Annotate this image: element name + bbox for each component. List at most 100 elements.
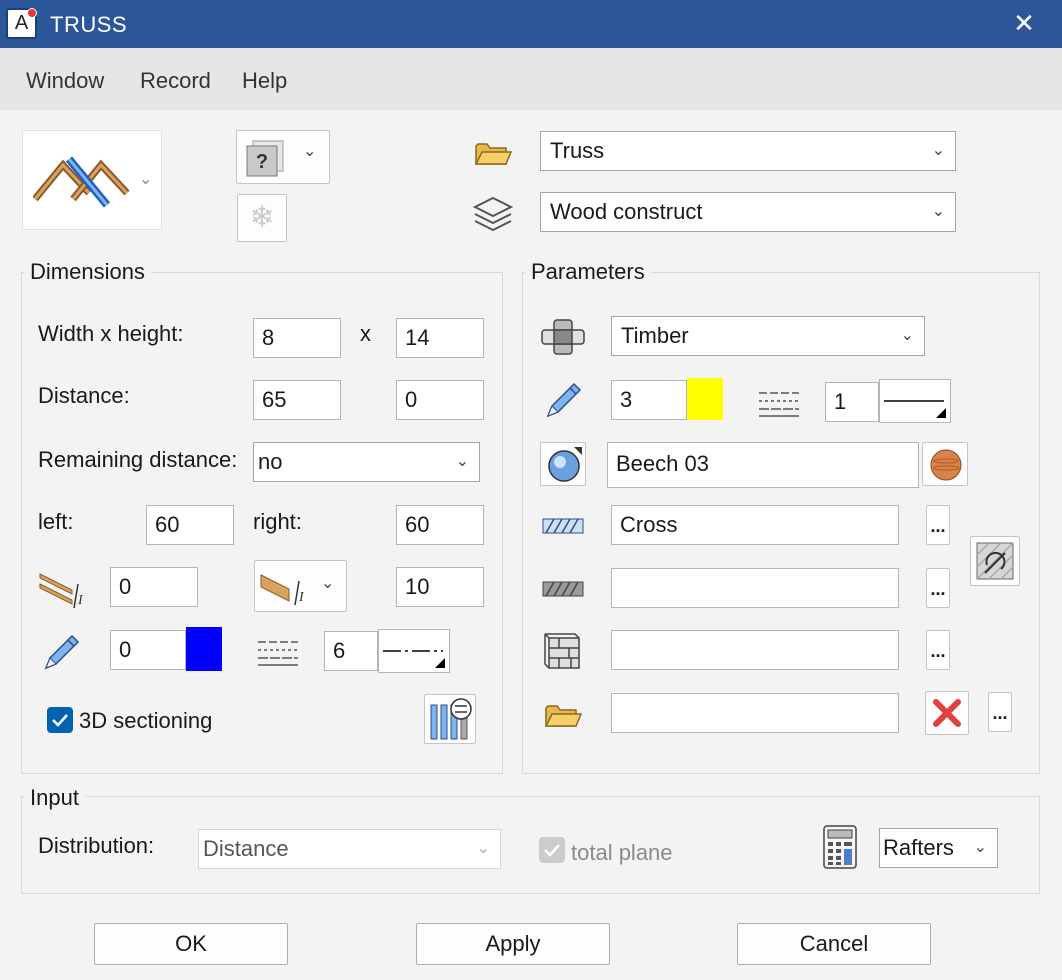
- delete-file-button[interactable]: [925, 691, 969, 735]
- apply-button[interactable]: Apply: [416, 923, 610, 965]
- pattern-icon: [544, 633, 580, 669]
- snowflake-button[interactable]: ❄: [237, 194, 287, 242]
- file-input[interactable]: [611, 693, 899, 733]
- material-type-dropdown[interactable]: Timber ⌄: [611, 316, 925, 356]
- beam-position-dropdown[interactable]: I ⌄: [254, 560, 347, 612]
- reset-styles-button[interactable]: [970, 536, 1020, 586]
- height-input[interactable]: 14: [396, 318, 484, 358]
- input-title: Input: [24, 785, 85, 811]
- distance-label: Distance:: [38, 383, 130, 408]
- window-title: TRUSS: [50, 12, 128, 37]
- checkmark-icon: [544, 844, 560, 857]
- file-browse-button[interactable]: ...: [988, 692, 1012, 732]
- hatch-input[interactable]: Cross: [611, 505, 899, 545]
- help-box-icon: ?: [246, 140, 284, 177]
- calculator-icon[interactable]: [822, 824, 858, 870]
- total-plane-label: total plane: [571, 840, 673, 865]
- svg-text:I: I: [77, 593, 84, 608]
- help-dropdown[interactable]: ? ⌄: [236, 130, 330, 184]
- truss-icon: [33, 156, 130, 208]
- layers-icon: [472, 196, 514, 232]
- distance-input[interactable]: 65: [253, 380, 341, 420]
- linetype-icon: [258, 641, 298, 666]
- menu-help[interactable]: Help: [242, 68, 287, 94]
- dimension-pen-input[interactable]: 0: [110, 630, 186, 670]
- right-label: right:: [253, 509, 302, 534]
- app-icon: A: [6, 8, 37, 39]
- left-input[interactable]: 60: [146, 505, 234, 545]
- surface-input[interactable]: Beech 03: [607, 442, 919, 488]
- dimensions-title: Dimensions: [24, 259, 151, 285]
- pattern-browse-button[interactable]: ...: [926, 630, 950, 670]
- total-plane-checkbox[interactable]: [539, 837, 565, 863]
- chevron-down-icon: ⌄: [321, 575, 335, 592]
- surface-button[interactable]: [540, 442, 586, 486]
- corner-triangle-icon: [936, 408, 946, 418]
- rafters-dropdown[interactable]: Rafters ⌄: [879, 828, 998, 868]
- cancel-button[interactable]: Cancel: [737, 923, 931, 965]
- close-button[interactable]: ✕: [1004, 6, 1044, 42]
- distribution-label: Distribution:: [38, 833, 155, 858]
- wood-sphere-icon: [930, 449, 962, 481]
- parameter-linestyle-picker[interactable]: [879, 379, 951, 423]
- sectioning-settings-button[interactable]: [424, 694, 476, 744]
- folder-dropdown[interactable]: Truss ⌄: [540, 131, 956, 171]
- folder-icon: [474, 143, 512, 165]
- sectioning-label: 3D sectioning: [79, 708, 213, 733]
- fill-browse-button[interactable]: ...: [926, 568, 950, 608]
- column-settings-icon: [430, 698, 472, 740]
- chevron-down-icon: ⌄: [931, 142, 945, 159]
- folder-icon: [544, 705, 582, 727]
- parameter-pen-color[interactable]: [687, 378, 723, 420]
- pen-icon: [44, 634, 80, 670]
- material-icon: [541, 319, 585, 355]
- hatch-reset-icon: [976, 542, 1014, 580]
- remaining-distance-label: Remaining distance:: [38, 447, 238, 472]
- menu-window[interactable]: Window: [26, 68, 104, 94]
- width-height-label: Width x height:: [38, 321, 184, 346]
- beam-offset-b-input[interactable]: 10: [396, 567, 484, 607]
- distance-offset-input[interactable]: 0: [396, 380, 484, 420]
- chevron-down-icon: ⌄: [931, 203, 945, 220]
- parameter-pen-input[interactable]: 3: [611, 380, 687, 420]
- hatch-icon: [542, 518, 584, 534]
- ok-button[interactable]: OK: [94, 923, 288, 965]
- surface-preview-button[interactable]: [922, 442, 968, 486]
- corner-triangle-icon: [435, 658, 445, 668]
- title-bar: [0, 0, 1062, 48]
- distribution-dropdown[interactable]: Distance ⌄: [198, 829, 501, 869]
- red-x-icon: [933, 699, 961, 727]
- sectioning-checkbox[interactable]: [47, 707, 73, 733]
- remaining-distance-dropdown[interactable]: no ⌄: [253, 442, 480, 482]
- dimension-line-input[interactable]: 6: [324, 631, 378, 671]
- dimension-pen-color[interactable]: [186, 627, 222, 671]
- beam-position-icon: I: [260, 574, 305, 606]
- right-input[interactable]: 60: [396, 505, 484, 545]
- fill-icon: [542, 581, 584, 597]
- element-type-picker[interactable]: ⌄: [22, 130, 162, 230]
- parameters-title: Parameters: [525, 259, 651, 285]
- left-label: left:: [38, 509, 74, 534]
- hatch-browse-button[interactable]: ...: [926, 505, 950, 545]
- fill-input[interactable]: [611, 568, 899, 608]
- chevron-down-icon: ⌄: [973, 839, 987, 856]
- checkmark-icon: [52, 714, 68, 727]
- chevron-down-icon: ⌄: [476, 840, 490, 857]
- svg-text:?: ?: [256, 151, 268, 173]
- layer-dropdown[interactable]: Wood construct ⌄: [540, 192, 956, 232]
- svg-text:I: I: [298, 590, 305, 605]
- pattern-input[interactable]: [611, 630, 899, 670]
- times-label: x: [360, 321, 371, 346]
- width-input[interactable]: 8: [253, 318, 341, 358]
- dimension-linestyle-picker[interactable]: [378, 629, 450, 673]
- solid-line-icon: [884, 400, 944, 402]
- dash-dot-line-icon: [383, 650, 443, 652]
- beam-offset-a-input[interactable]: 0: [110, 567, 198, 607]
- menu-record[interactable]: Record: [140, 68, 211, 94]
- parameter-line-input[interactable]: 1: [825, 382, 879, 422]
- beam-offset-icon: I: [39, 573, 84, 609]
- chevron-down-icon: ⌄: [455, 453, 469, 470]
- surface-sphere-icon: [548, 447, 582, 482]
- linetype-icon: [759, 392, 799, 417]
- chevron-down-icon: ⌄: [303, 143, 317, 160]
